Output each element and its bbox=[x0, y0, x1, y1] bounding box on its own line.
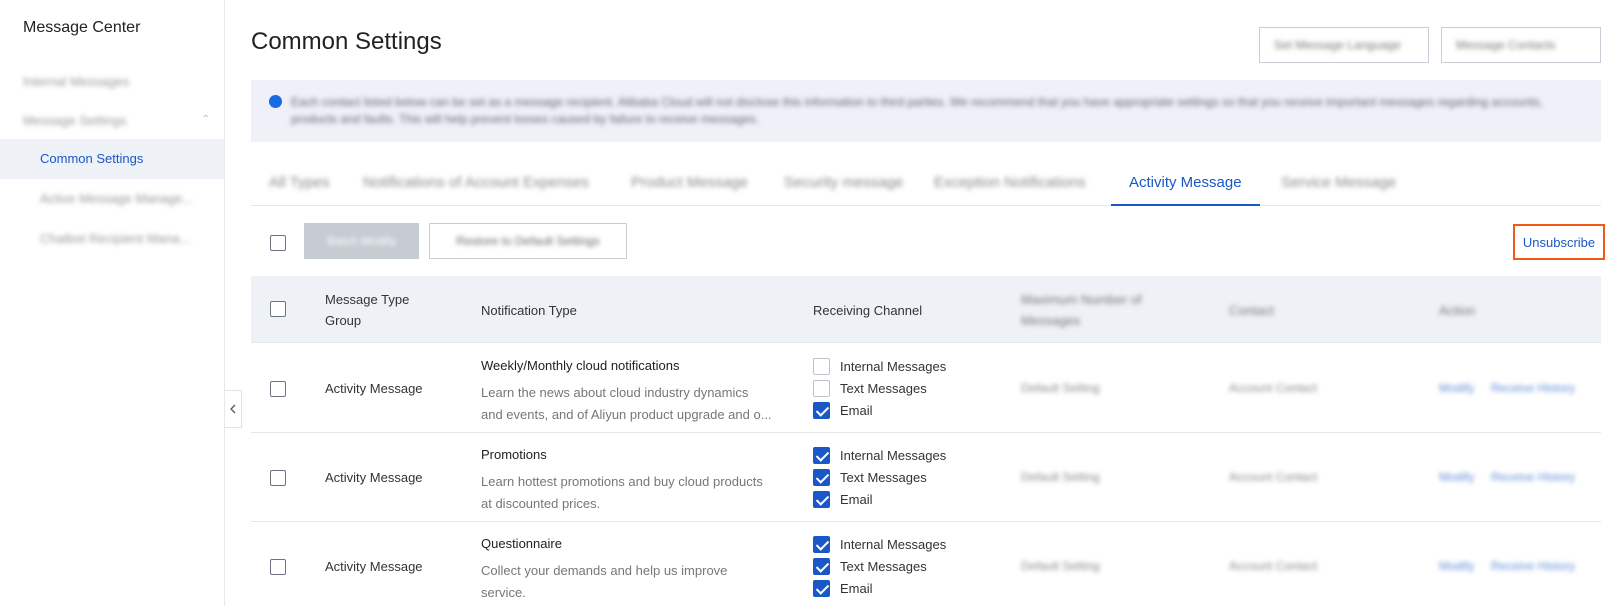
channel-checkbox[interactable] bbox=[813, 358, 830, 375]
info-notice: Each contact listed below can be set as … bbox=[251, 80, 1601, 142]
chevron-up-icon: ⌃ bbox=[201, 114, 210, 125]
sidebar-item-chatbot-recipient[interactable]: Chatbot Recipient Mana... bbox=[0, 219, 224, 259]
row-group: Activity Message bbox=[325, 559, 423, 574]
channel-checkbox[interactable] bbox=[813, 491, 830, 508]
col-header-action: Action bbox=[1439, 303, 1476, 318]
row-description: Collect your demands and help us improve… bbox=[481, 563, 728, 600]
sidebar-item-label: Internal Messages bbox=[23, 74, 130, 89]
row-description: Learn the news about cloud industry dyna… bbox=[481, 385, 772, 422]
set-message-language-button[interactable]: Set Message Language bbox=[1259, 27, 1429, 63]
message-type-tabs: All Types Notifications of Account Expen… bbox=[251, 164, 1601, 206]
row-contact: Account Contact bbox=[1229, 381, 1318, 395]
sidebar-item-label: Chatbot Recipient Mana... bbox=[40, 231, 191, 246]
channel-checkbox[interactable] bbox=[813, 580, 830, 597]
header-select-all-checkbox[interactable] bbox=[270, 301, 286, 317]
channel-checkbox[interactable] bbox=[813, 536, 830, 553]
row-title: Questionnaire bbox=[481, 536, 562, 551]
channel-checkbox[interactable] bbox=[813, 447, 830, 464]
row-checkbox[interactable] bbox=[270, 470, 286, 486]
channel-checkbox[interactable] bbox=[813, 402, 830, 419]
sidebar-title: Message Center bbox=[23, 19, 141, 36]
message-contacts-button[interactable]: Message Contacts bbox=[1441, 27, 1601, 63]
channel-checkbox[interactable] bbox=[813, 380, 830, 397]
sidebar-item-active-message-management[interactable]: Active Message Manage... bbox=[0, 179, 224, 219]
row-checkbox[interactable] bbox=[270, 559, 286, 575]
sidebar-item-label: Message Settings bbox=[23, 113, 127, 128]
tab-product-message[interactable]: Product Message bbox=[631, 164, 748, 206]
sidebar-item-label: Common Settings bbox=[40, 151, 144, 166]
table-row: Activity Message Weekly/Monthly cloud no… bbox=[251, 344, 1601, 433]
row-contact: Account Contact bbox=[1229, 559, 1318, 573]
receive-history-link[interactable]: Receive History bbox=[1491, 470, 1575, 484]
channel-checkbox[interactable] bbox=[813, 469, 830, 486]
row-max-messages: Default Setting bbox=[1021, 559, 1100, 573]
restore-default-button[interactable]: Restore to Default Settings bbox=[429, 223, 627, 259]
row-title: Weekly/Monthly cloud notifications bbox=[481, 358, 680, 373]
tab-security-message[interactable]: Security message bbox=[784, 164, 903, 206]
tab-all-types[interactable]: All Types bbox=[269, 164, 330, 206]
sidebar-item-internal-messages[interactable]: Internal Messages bbox=[0, 62, 224, 102]
row-max-messages: Default Setting bbox=[1021, 470, 1100, 484]
page-title: Common Settings bbox=[251, 28, 442, 55]
table-header: Message Type Group Notification Type Rec… bbox=[251, 276, 1601, 343]
table-row: Activity Message Promotions Learn hottes… bbox=[251, 433, 1601, 522]
toolbar-select-all-checkbox[interactable] bbox=[270, 235, 286, 251]
row-max-messages: Default Setting bbox=[1021, 381, 1100, 395]
tab-exception-notifications[interactable]: Exception Notifications bbox=[934, 164, 1086, 206]
modify-link[interactable]: Modify bbox=[1439, 381, 1474, 395]
channel-checkbox[interactable] bbox=[813, 558, 830, 575]
col-header-contact: Contact bbox=[1229, 303, 1274, 318]
sidebar-item-common-settings[interactable]: Common Settings bbox=[0, 139, 224, 179]
notice-text: Each contact listed below can be set as … bbox=[291, 95, 1543, 126]
col-header-group: Message Type Group bbox=[325, 292, 410, 328]
chevron-left-icon bbox=[230, 404, 236, 414]
sidebar-item-label: Active Message Manage... bbox=[40, 191, 194, 206]
table-row: Activity Message Questionnaire Collect y… bbox=[251, 522, 1601, 606]
row-title: Promotions bbox=[481, 447, 547, 462]
row-group: Activity Message bbox=[325, 381, 423, 396]
sidebar-item-message-settings[interactable]: Message Settings ⌃ bbox=[0, 101, 224, 141]
row-checkbox[interactable] bbox=[270, 381, 286, 397]
unsubscribe-button[interactable]: Unsubscribe bbox=[1513, 224, 1605, 260]
sidebar: Message Center Internal Messages Message… bbox=[0, 0, 225, 606]
receive-history-link[interactable]: Receive History bbox=[1491, 381, 1575, 395]
row-contact: Account Contact bbox=[1229, 470, 1318, 484]
receive-history-link[interactable]: Receive History bbox=[1491, 559, 1575, 573]
tab-service-message[interactable]: Service Message bbox=[1281, 164, 1396, 206]
collapse-sidebar-button[interactable] bbox=[225, 390, 242, 428]
modify-link[interactable]: Modify bbox=[1439, 470, 1474, 484]
tab-account-expenses[interactable]: Notifications of Account Expenses bbox=[363, 164, 589, 206]
col-header-max: Maximum Number of Messages bbox=[1021, 292, 1142, 328]
info-icon bbox=[269, 95, 282, 108]
col-header-notification: Notification Type bbox=[481, 303, 577, 318]
row-group: Activity Message bbox=[325, 470, 423, 485]
row-description: Learn hottest promotions and buy cloud p… bbox=[481, 474, 763, 511]
tab-activity-message[interactable]: Activity Message bbox=[1111, 164, 1260, 206]
col-header-channel: Receiving Channel bbox=[813, 303, 923, 318]
batch-modify-button[interactable]: Batch Modify bbox=[304, 223, 419, 259]
modify-link[interactable]: Modify bbox=[1439, 559, 1474, 573]
